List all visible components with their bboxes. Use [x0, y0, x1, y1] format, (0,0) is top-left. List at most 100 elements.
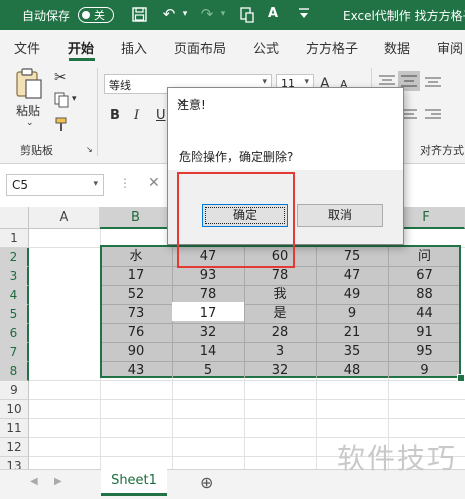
cell-e4[interactable]: 49	[316, 285, 388, 304]
select-all-corner[interactable]	[0, 207, 29, 229]
align-bottom-icon[interactable]	[424, 74, 442, 91]
cell-b6[interactable]: 76	[100, 323, 172, 342]
cut-icon[interactable]: ✂	[54, 68, 67, 86]
name-box[interactable]: C5 ▾	[6, 174, 104, 196]
save-icon[interactable]	[130, 7, 148, 25]
cell-f3[interactable]: 67	[388, 266, 461, 285]
customize-toolbar-icon[interactable]	[295, 6, 313, 23]
row-header-13[interactable]: 13	[0, 457, 29, 469]
tab-data[interactable]: 数据	[384, 38, 410, 57]
cancel-button[interactable]: 取消	[297, 204, 383, 227]
paste-dropdown-icon[interactable]: ⌄	[26, 118, 34, 128]
row-header-1[interactable]: 1	[0, 229, 29, 248]
cell-f7[interactable]: 95	[388, 342, 461, 361]
cell-c7[interactable]: 14	[172, 342, 244, 361]
cell-e8[interactable]: 48	[316, 361, 388, 380]
underline-button[interactable]: U	[156, 108, 166, 123]
format-painter-icon[interactable]	[54, 116, 70, 135]
cell-e2[interactable]: 75	[316, 247, 388, 266]
row-header-4[interactable]: 4	[0, 286, 29, 305]
add-sheet-icon[interactable]: ⊕	[200, 473, 213, 492]
document-title: Excel代制作 找方方格子	[343, 9, 465, 23]
cell-d4[interactable]: 我	[244, 285, 316, 304]
tab-fangfang[interactable]: 方方格子	[306, 38, 358, 57]
paste-label[interactable]: 粘贴	[16, 102, 40, 119]
tab-insert[interactable]: 插入	[121, 38, 147, 57]
cancel-formula-icon[interactable]: ✕	[148, 175, 160, 191]
sheet-tab-sheet1[interactable]: Sheet1	[101, 469, 167, 496]
copy-icon[interactable]	[54, 92, 70, 111]
cell-f6[interactable]: 91	[388, 323, 461, 342]
cell-d7[interactable]: 3	[244, 342, 316, 361]
cell-b8[interactable]: 43	[100, 361, 172, 380]
tab-home[interactable]: 开始	[68, 38, 94, 57]
clipboard-launcher-icon[interactable]: ↘	[86, 145, 93, 154]
cell-c4[interactable]: 78	[172, 285, 244, 304]
tab-formulas[interactable]: 公式	[253, 38, 279, 57]
copy-dropdown-icon[interactable]: ▾	[72, 94, 77, 104]
align-right-icon[interactable]	[424, 108, 442, 125]
paste-icon[interactable]	[14, 68, 44, 103]
cancel-button-label: 取消	[327, 208, 352, 222]
row-header-2[interactable]: 2	[0, 248, 29, 267]
row-header-11[interactable]: 11	[0, 419, 29, 438]
redo-icon[interactable]: ↷	[198, 6, 216, 22]
format-painter-quick-icon[interactable]	[238, 7, 256, 26]
cell-f5[interactable]: 44	[388, 304, 461, 323]
row-header-3[interactable]: 3	[0, 267, 29, 286]
cell-b3[interactable]: 17	[100, 266, 172, 285]
cell-f8[interactable]: 9	[388, 361, 461, 380]
font-name-value: 等线	[109, 79, 131, 92]
cell-d6[interactable]: 28	[244, 323, 316, 342]
autosave-label: 自动保存	[22, 9, 71, 23]
cell-d5[interactable]: 是	[244, 304, 316, 323]
formula-bar-grip-icon: ⋮	[119, 176, 131, 190]
cell-f2[interactable]: 问	[388, 247, 461, 266]
italic-button[interactable]: I	[134, 108, 139, 123]
row-header-9[interactable]: 9	[0, 381, 29, 400]
row-header-12[interactable]: 12	[0, 438, 29, 457]
row-header-6[interactable]: 6	[0, 324, 29, 343]
scroll-right-icon[interactable]: ▶	[54, 476, 62, 487]
cell-f4[interactable]: 88	[388, 285, 461, 304]
close-icon[interactable]: ✕	[177, 96, 395, 110]
autosave-toggle[interactable]: 关	[78, 7, 114, 23]
font-color-quick-icon[interactable]: A	[264, 6, 282, 22]
row-header-10[interactable]: 10	[0, 400, 29, 419]
tab-review[interactable]: 审阅	[437, 38, 463, 57]
gridline	[29, 399, 465, 400]
cell-d3[interactable]: 78	[244, 266, 316, 285]
cell-e6[interactable]: 21	[316, 323, 388, 342]
redo-dropdown-icon[interactable]: ▾	[217, 6, 229, 22]
undo-icon[interactable]: ↶	[160, 6, 178, 22]
cell-c5[interactable]: 17	[172, 304, 244, 323]
chevron-down-icon: ▾	[93, 179, 98, 189]
row-header-8[interactable]: 8	[0, 362, 29, 381]
gridline	[29, 418, 465, 419]
scroll-left-icon[interactable]: ◀	[30, 476, 38, 487]
cell-e3[interactable]: 47	[316, 266, 388, 285]
row-header-5[interactable]: 5	[0, 305, 29, 324]
column-header-b[interactable]: B	[100, 207, 172, 229]
watermark-text: 软件技巧	[336, 442, 457, 475]
cell-c3[interactable]: 93	[172, 266, 244, 285]
clipboard-group-label: 剪贴板	[20, 144, 53, 157]
tab-page-layout[interactable]: 页面布局	[174, 38, 226, 57]
row-header-7[interactable]: 7	[0, 343, 29, 362]
tab-file[interactable]: 文件	[14, 38, 40, 57]
cell-b7[interactable]: 90	[100, 342, 172, 361]
column-header-a[interactable]: A	[29, 207, 100, 229]
cell-e5[interactable]: 9	[316, 304, 388, 323]
cell-b2[interactable]: 水	[100, 247, 172, 266]
cell-c8[interactable]: 5	[172, 361, 244, 380]
name-box-value: C5	[12, 178, 29, 192]
cell-d8[interactable]: 32	[244, 361, 316, 380]
cell-b5[interactable]: 73	[100, 304, 172, 323]
bold-button[interactable]: B	[110, 108, 120, 123]
group-separator	[97, 68, 98, 156]
cell-b4[interactable]: 52	[100, 285, 172, 304]
cell-e7[interactable]: 35	[316, 342, 388, 361]
undo-dropdown-icon[interactable]: ▾	[179, 6, 191, 22]
chevron-down-icon: ▾	[304, 77, 309, 87]
cell-c6[interactable]: 32	[172, 323, 244, 342]
